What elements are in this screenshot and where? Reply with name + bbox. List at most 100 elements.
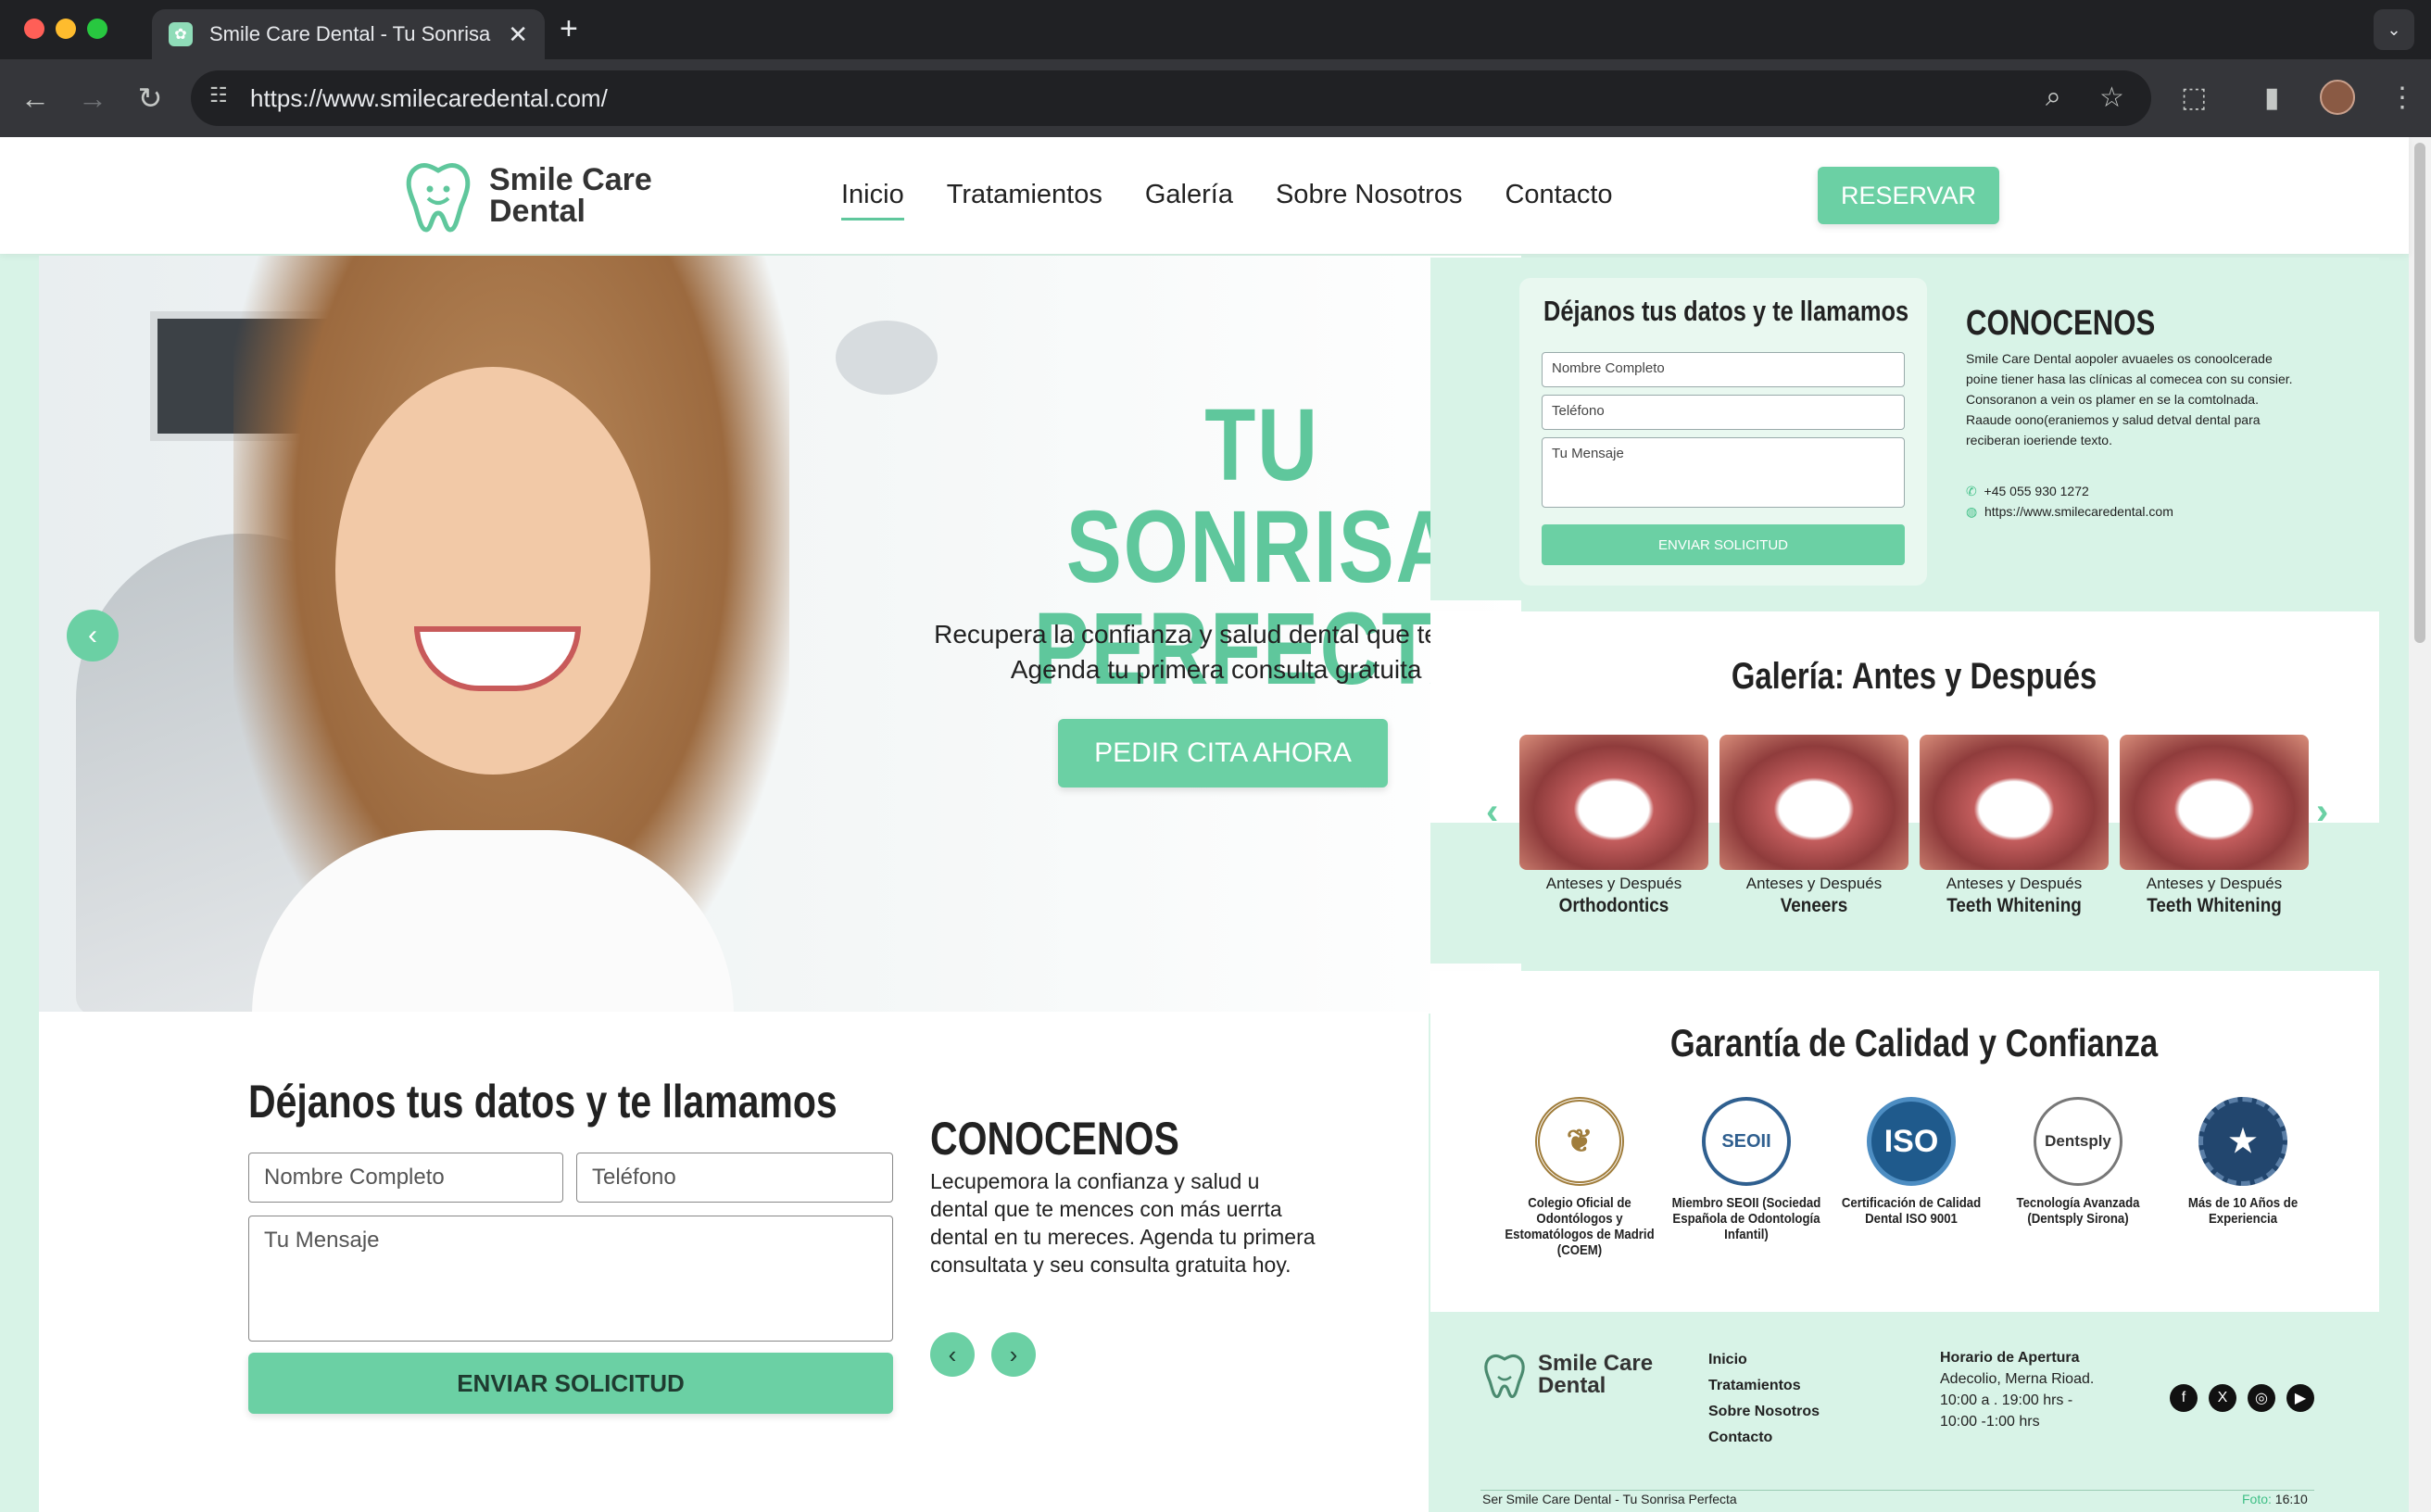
gallery-treatment: Teeth Whitening	[2147, 895, 2282, 916]
youtube-icon[interactable]: ▶	[2286, 1384, 2314, 1412]
address-bar[interactable]: ☷ https://www.smilecaredental.com/ ⌕ ☆	[191, 70, 2151, 126]
more-menu-icon[interactable]: ⋮	[2388, 82, 2416, 114]
lower-next-button[interactable]: ›	[991, 1332, 1036, 1377]
opening-hours: Horario de Apertura Adecolio, Merna Rioa…	[1940, 1347, 2094, 1432]
footer-link-inicio[interactable]: Inicio	[1708, 1347, 1820, 1373]
gallery-title: Galería: Antes y Después	[1731, 656, 2097, 697]
profile-avatar[interactable]	[2320, 80, 2355, 115]
zoom-icon[interactable]: ⌕	[2046, 82, 2061, 113]
lower-name-input[interactable]: Nombre Completo	[248, 1153, 563, 1203]
tooth-logo-icon	[1484, 1354, 1525, 1399]
about-text: Smile Care Dental aopoler avuaeles os co…	[1966, 351, 2293, 447]
zoom-window-button[interactable]	[87, 19, 107, 39]
site-logo[interactable]: Smile Care Dental	[400, 158, 652, 233]
reserve-button[interactable]: RESERVAR	[1818, 167, 1999, 224]
tab-close-icon[interactable]: ✕	[508, 20, 528, 49]
footer-link-tratamientos[interactable]: Tratamientos	[1708, 1373, 1820, 1399]
extensions-icon[interactable]: ⬚	[2181, 82, 2207, 114]
submit-request-button[interactable]: ENVIAR SOLICITUD	[1542, 524, 1905, 565]
footer-link-contacto[interactable]: Contacto	[1708, 1425, 1820, 1451]
footer-logo-line-2: Dental	[1538, 1373, 1606, 1398]
book-appointment-button[interactable]: PEDIR CITA AHORA	[1058, 719, 1388, 788]
about-website: ◍ https://www.smilecaredental.com	[1966, 504, 2173, 520]
website-link[interactable]: https://www.smilecaredental.com	[1984, 504, 2173, 519]
instagram-icon[interactable]: ◎	[2248, 1384, 2275, 1412]
gallery-prev-button[interactable]: ‹	[1486, 791, 1498, 833]
tooth-logo-icon	[406, 163, 471, 233]
about-title: CONOCENOS	[1966, 304, 2156, 343]
gallery-caption: Anteses y Después Veneers	[1719, 875, 1908, 917]
reload-icon[interactable]: ↻	[128, 76, 172, 120]
nav-item-sobre-nosotros[interactable]: Sobre Nosotros	[1276, 180, 1463, 220]
dental-lamp-image	[836, 321, 938, 395]
gallery-caption-label: Anteses y Después	[1545, 875, 1682, 892]
page-scrollbar[interactable]	[2409, 137, 2431, 1512]
site-settings-icon[interactable]: ☷	[209, 83, 241, 113]
tooth-favicon-icon: ✿	[169, 22, 193, 46]
nav-item-galeria[interactable]: Galería	[1145, 180, 1233, 220]
badge-label: Miembro SEOII (Sociedad Española de Odon…	[1671, 1195, 1821, 1242]
footer-copyright: Ser Smile Care Dental - Tu Sonrisa Perfe…	[1482, 1492, 1737, 1506]
nav-item-inicio[interactable]: Inicio	[841, 180, 904, 220]
lower-about-title: CONOCENOS	[930, 1113, 1179, 1165]
star-seal-icon: ★	[2198, 1097, 2287, 1186]
hero-banner: ‹ TU SONRISA PERFECTA Recupera la confia…	[39, 256, 1521, 1014]
callback-form-title: Déjanos tus datos y te llamamos	[1543, 295, 1909, 327]
minimize-window-button[interactable]	[56, 19, 76, 39]
nav-item-tratamientos[interactable]: Tratamientos	[947, 180, 1102, 220]
badge-label: Más de 10 Años de Experiencia	[2187, 1195, 2299, 1227]
browser-toolbar: ← → ↻ ☷ https://www.smilecaredental.com/…	[0, 59, 2431, 137]
gallery-treatment: Veneers	[1780, 895, 1848, 916]
lower-form-title: Déjanos tus datos y te llamamos	[248, 1076, 838, 1128]
lower-message-textarea[interactable]: Tu Mensaje	[248, 1216, 893, 1342]
gallery-image-veneers[interactable]	[1719, 735, 1908, 870]
about-phone: ✆ +45 055 930 1272	[1966, 484, 2089, 499]
footer-divider	[1480, 1490, 2314, 1491]
timestamp-label: Foto:	[2242, 1492, 2272, 1506]
badge-coem: ❦ Colegio Oficial de Odontólogos y Estom…	[1492, 1097, 1668, 1258]
facebook-icon[interactable]: f	[2170, 1384, 2198, 1412]
lower-submit-button[interactable]: ENVIAR SOLICITUD	[248, 1353, 893, 1414]
lower-phone-input[interactable]: Teléfono	[576, 1153, 893, 1203]
forward-arrow-icon[interactable]: →	[70, 76, 115, 120]
phone-number[interactable]: +45 055 930 1272	[1984, 484, 2089, 498]
tab-title: Smile Care Dental - Tu Sonrisa	[209, 22, 491, 45]
badge-label: Colegio Oficial de Odontólogos y Estomat…	[1505, 1195, 1655, 1258]
scrollbar-thumb[interactable]	[2414, 143, 2425, 643]
close-window-button[interactable]	[24, 19, 44, 39]
bookmark-star-icon[interactable]: ☆	[2099, 82, 2124, 114]
gallery-image-orthodontics[interactable]	[1519, 735, 1708, 870]
laurel-tooth-icon: ❦	[1535, 1097, 1624, 1186]
logo-line-1: Smile Care	[489, 162, 652, 197]
footer-link-sobre-nosotros[interactable]: Sobre Nosotros	[1708, 1399, 1820, 1425]
tab-search-button[interactable]: ⌄	[2374, 9, 2414, 50]
gallery-next-button[interactable]: ›	[2316, 791, 2328, 833]
new-tab-button[interactable]: +	[560, 11, 578, 47]
back-arrow-icon[interactable]: ←	[13, 76, 57, 120]
gallery-caption: Anteses y Después Teeth Whitening	[2120, 875, 2309, 917]
hero-prev-button[interactable]: ‹	[67, 610, 119, 662]
name-input[interactable]: Nombre Completo	[1542, 352, 1905, 387]
gallery-caption: Anteses y Después Teeth Whitening	[1920, 875, 2109, 917]
hours-line-1: Adecolio, Merna Rioad.	[1940, 1371, 2095, 1387]
footer-logo-line-1: Smile Care	[1538, 1351, 1654, 1376]
browser-tab[interactable]: ✿ Smile Care Dental - Tu Sonrisa ✕	[152, 9, 545, 59]
phone-icon: ✆	[1966, 484, 1984, 498]
side-panel-icon[interactable]: ▮	[2264, 82, 2280, 114]
gallery-caption-label: Anteses y Después	[2146, 875, 2283, 892]
nav-item-contacto[interactable]: Contacto	[1505, 180, 1612, 220]
hours-title: Horario de Apertura	[1940, 1350, 2080, 1366]
hours-line-3: 10:00 -1:00 hrs	[1940, 1414, 2040, 1430]
footer-logo[interactable]: Smile Care Dental	[1480, 1351, 1653, 1399]
lower-prev-button[interactable]: ‹	[930, 1332, 975, 1377]
message-textarea[interactable]: Tu Mensaje	[1542, 437, 1905, 508]
woman-face-image	[335, 367, 650, 775]
gallery-image-whitening-1[interactable]	[1920, 735, 2109, 870]
iso-seal-icon: ISO	[1867, 1097, 1956, 1186]
phone-input[interactable]: Teléfono	[1542, 395, 1905, 430]
gallery-treatment: Orthodontics	[1558, 895, 1669, 916]
badge-seoii: SEOII Miembro SEOII (Sociedad Española d…	[1658, 1097, 1834, 1242]
gallery-image-whitening-2[interactable]	[2120, 735, 2309, 870]
x-icon[interactable]: X	[2209, 1384, 2236, 1412]
badge-label: Tecnología Avanzada (Dentsply Sirona)	[2016, 1195, 2140, 1227]
